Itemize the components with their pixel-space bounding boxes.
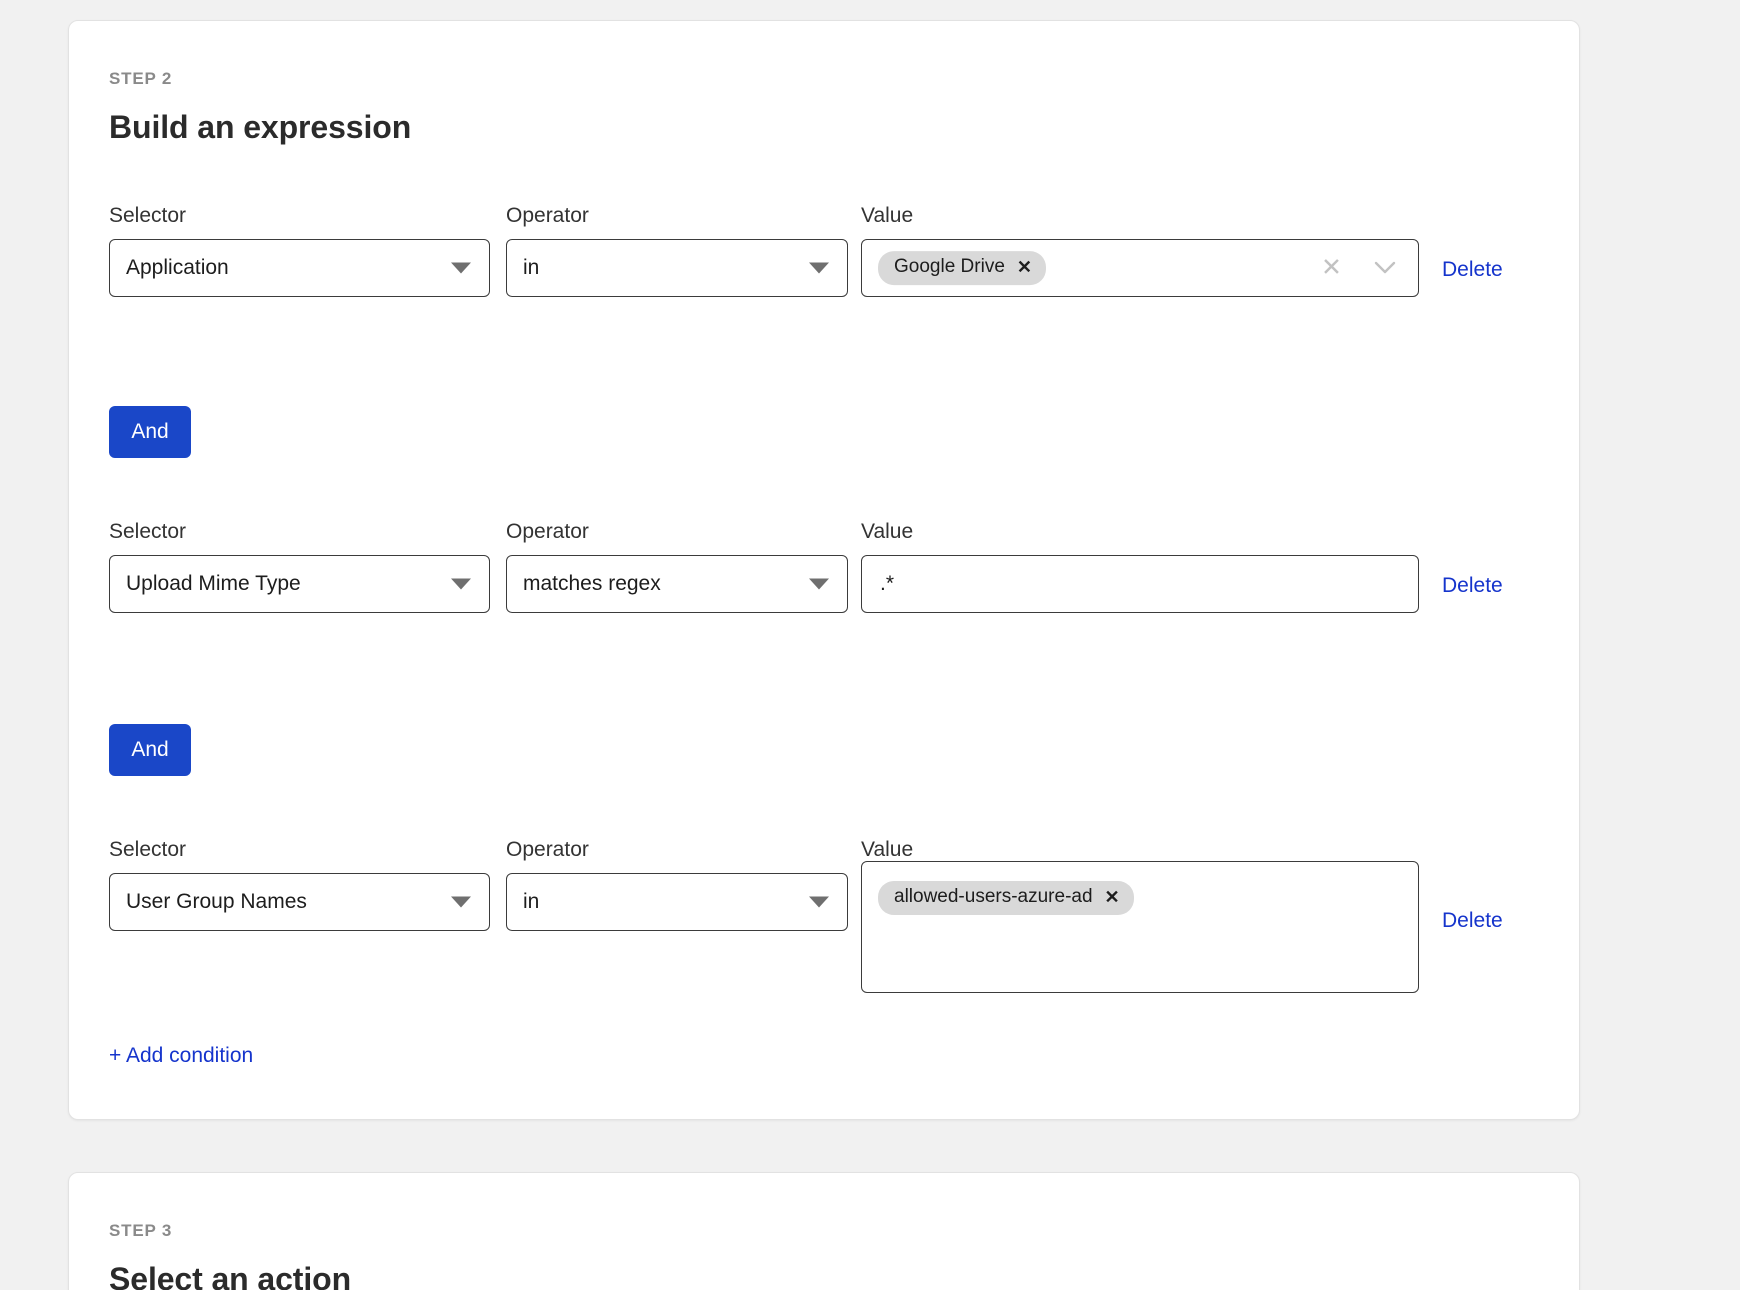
and-joiner-button-2[interactable]: And xyxy=(109,724,191,776)
value-label-2: Value xyxy=(861,520,913,544)
value-multiselect-3[interactable]: allowed-users-azure-ad ✕ xyxy=(861,861,1419,993)
step-3-card: STEP 3 Select an action xyxy=(68,1172,1580,1290)
value-chip-1[interactable]: Google Drive ✕ xyxy=(878,251,1046,285)
selector-value-3: User Group Names xyxy=(126,890,307,914)
chevron-down-icon xyxy=(809,897,829,908)
chevron-down-icon xyxy=(451,263,471,274)
chip-remove-icon[interactable]: ✕ xyxy=(1017,257,1032,279)
operator-label-2: Operator xyxy=(506,520,589,544)
value-chip-label-1: Google Drive xyxy=(894,256,1005,279)
chevron-down-icon xyxy=(809,263,829,274)
value-text-2: .* xyxy=(880,572,894,596)
operator-dropdown-3[interactable]: in xyxy=(506,873,848,931)
chevron-down-icon xyxy=(451,897,471,908)
delete-condition-2[interactable]: Delete xyxy=(1442,574,1503,598)
step-2-title: Build an expression xyxy=(109,109,411,146)
expression-builder-page: STEP 2 Build an expression Selector Oper… xyxy=(0,0,1740,1290)
selector-dropdown-1[interactable]: Application xyxy=(109,239,490,297)
selector-label-2: Selector xyxy=(109,520,186,544)
step-2-label: STEP 2 xyxy=(109,69,172,89)
operator-value-1: in xyxy=(523,256,539,280)
operator-dropdown-1[interactable]: in xyxy=(506,239,848,297)
delete-condition-3[interactable]: Delete xyxy=(1442,909,1503,933)
selector-value-1: Application xyxy=(126,256,229,280)
selector-label-3: Selector xyxy=(109,838,186,862)
clear-icon[interactable]: ✕ xyxy=(1321,256,1342,281)
selector-label-1: Selector xyxy=(109,204,186,228)
chip-remove-icon[interactable]: ✕ xyxy=(1105,887,1120,909)
step-3-label: STEP 3 xyxy=(109,1221,172,1241)
selector-value-2: Upload Mime Type xyxy=(126,572,301,596)
operator-value-2: matches regex xyxy=(523,572,661,596)
value-multiselect-1[interactable]: Google Drive ✕ ✕ xyxy=(861,239,1419,297)
add-condition-link[interactable]: + Add condition xyxy=(109,1044,253,1068)
selector-dropdown-3[interactable]: User Group Names xyxy=(109,873,490,931)
operator-label-1: Operator xyxy=(506,204,589,228)
and-joiner-button-1[interactable]: And xyxy=(109,406,191,458)
value-chip-label-3: allowed-users-azure-ad xyxy=(894,886,1093,909)
selector-dropdown-2[interactable]: Upload Mime Type xyxy=(109,555,490,613)
chevron-down-icon xyxy=(451,579,471,590)
value-label-3: Value xyxy=(861,838,913,862)
value-label-1: Value xyxy=(861,204,913,228)
delete-condition-1[interactable]: Delete xyxy=(1442,258,1503,282)
value-chip-3[interactable]: allowed-users-azure-ad ✕ xyxy=(878,881,1134,915)
operator-label-3: Operator xyxy=(506,838,589,862)
operator-dropdown-2[interactable]: matches regex xyxy=(506,555,848,613)
step-3-title: Select an action xyxy=(109,1261,351,1290)
operator-value-3: in xyxy=(523,890,539,914)
step-2-card: STEP 2 Build an expression Selector Oper… xyxy=(68,20,1580,1120)
chevron-down-icon xyxy=(809,579,829,590)
value-text-input-2[interactable]: .* xyxy=(861,555,1419,613)
chevron-down-icon[interactable] xyxy=(1374,261,1396,275)
